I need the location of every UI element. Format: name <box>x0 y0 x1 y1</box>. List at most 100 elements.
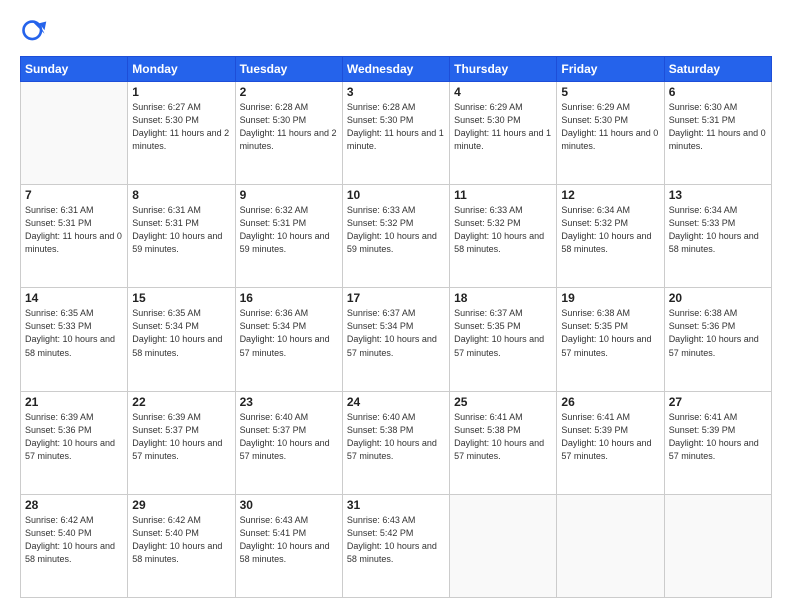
calendar-cell: 28 Sunrise: 6:42 AMSunset: 5:40 PMDayligh… <box>21 494 128 597</box>
calendar-row: 28 Sunrise: 6:42 AMSunset: 5:40 PMDayligh… <box>21 494 772 597</box>
day-info: Sunrise: 6:38 AMSunset: 5:35 PMDaylight:… <box>561 307 659 359</box>
calendar-cell: 24 Sunrise: 6:40 AMSunset: 5:38 PMDayligh… <box>342 391 449 494</box>
logo-icon <box>20 18 48 46</box>
calendar-cell: 13 Sunrise: 6:34 AMSunset: 5:33 PMDayligh… <box>664 185 771 288</box>
day-number: 2 <box>240 85 338 99</box>
calendar-cell: 23Sunrise: 6:40 AMSunset: 5:37 PMDayligh… <box>235 391 342 494</box>
calendar-cell: 22 Sunrise: 6:39 AMSunset: 5:37 PMDayligh… <box>128 391 235 494</box>
calendar-cell <box>664 494 771 597</box>
day-info: Sunrise: 6:42 AMSunset: 5:40 PMDaylight:… <box>25 514 123 566</box>
day-info: Sunrise: 6:38 AMSunset: 5:36 PMDaylight:… <box>669 307 767 359</box>
day-info: Sunrise: 6:39 AMSunset: 5:37 PMDaylight:… <box>132 411 230 463</box>
day-info: Sunrise: 6:40 AMSunset: 5:38 PMDaylight:… <box>347 411 445 463</box>
calendar-cell: 30 Sunrise: 6:43 AMSunset: 5:41 PMDayligh… <box>235 494 342 597</box>
day-number: 1 <box>132 85 230 99</box>
weekday-header: Friday <box>557 57 664 82</box>
day-number: 8 <box>132 188 230 202</box>
calendar-cell: 8 Sunrise: 6:31 AMSunset: 5:31 PMDaylight… <box>128 185 235 288</box>
day-number: 21 <box>25 395 123 409</box>
calendar-cell: 3 Sunrise: 6:28 AMSunset: 5:30 PMDaylight… <box>342 82 449 185</box>
day-info: Sunrise: 6:31 AMSunset: 5:31 PMDaylight:… <box>132 204 230 256</box>
day-info: Sunrise: 6:43 AMSunset: 5:42 PMDaylight:… <box>347 514 445 566</box>
calendar-header-row: SundayMondayTuesdayWednesdayThursdayFrid… <box>21 57 772 82</box>
day-info: Sunrise: 6:31 AMSunset: 5:31 PMDaylight:… <box>25 204 123 256</box>
day-number: 13 <box>669 188 767 202</box>
day-number: 7 <box>25 188 123 202</box>
calendar-cell: 20 Sunrise: 6:38 AMSunset: 5:36 PMDayligh… <box>664 288 771 391</box>
day-number: 30 <box>240 498 338 512</box>
weekday-header: Wednesday <box>342 57 449 82</box>
calendar-cell <box>21 82 128 185</box>
calendar-cell <box>557 494 664 597</box>
day-number: 3 <box>347 85 445 99</box>
calendar-cell: 12 Sunrise: 6:34 AMSunset: 5:32 PMDayligh… <box>557 185 664 288</box>
day-number: 26 <box>561 395 659 409</box>
calendar-cell: 27 Sunrise: 6:41 AMSunset: 5:39 PMDayligh… <box>664 391 771 494</box>
calendar-cell: 14Sunrise: 6:35 AMSunset: 5:33 PMDayligh… <box>21 288 128 391</box>
calendar-cell: 15Sunrise: 6:35 AMSunset: 5:34 PMDayligh… <box>128 288 235 391</box>
calendar-row: 7 Sunrise: 6:31 AMSunset: 5:31 PMDaylight… <box>21 185 772 288</box>
calendar-cell: 18 Sunrise: 6:37 AMSunset: 5:35 PMDayligh… <box>450 288 557 391</box>
day-info: Sunrise: 6:27 AMSunset: 5:30 PMDaylight:… <box>132 101 230 153</box>
day-info: Sunrise: 6:34 AMSunset: 5:33 PMDaylight:… <box>669 204 767 256</box>
day-number: 9 <box>240 188 338 202</box>
day-info: Sunrise: 6:30 AMSunset: 5:31 PMDaylight:… <box>669 101 767 153</box>
calendar-cell: 9 Sunrise: 6:32 AMSunset: 5:31 PMDaylight… <box>235 185 342 288</box>
weekday-header: Tuesday <box>235 57 342 82</box>
day-number: 11 <box>454 188 552 202</box>
day-info: Sunrise: 6:35 AMSunset: 5:34 PMDaylight:… <box>132 307 230 359</box>
day-info: Sunrise: 6:33 AMSunset: 5:32 PMDaylight:… <box>347 204 445 256</box>
day-number: 28 <box>25 498 123 512</box>
calendar-cell: 2 Sunrise: 6:28 AMSunset: 5:30 PMDaylight… <box>235 82 342 185</box>
calendar-table: SundayMondayTuesdayWednesdayThursdayFrid… <box>20 56 772 598</box>
calendar-cell: 29 Sunrise: 6:42 AMSunset: 5:40 PMDayligh… <box>128 494 235 597</box>
day-number: 25 <box>454 395 552 409</box>
day-number: 18 <box>454 291 552 305</box>
weekday-header: Monday <box>128 57 235 82</box>
calendar-cell: 4Sunrise: 6:29 AMSunset: 5:30 PMDaylight… <box>450 82 557 185</box>
day-number: 22 <box>132 395 230 409</box>
header <box>20 18 772 46</box>
weekday-header: Thursday <box>450 57 557 82</box>
day-info: Sunrise: 6:43 AMSunset: 5:41 PMDaylight:… <box>240 514 338 566</box>
calendar-row: 14Sunrise: 6:35 AMSunset: 5:33 PMDayligh… <box>21 288 772 391</box>
calendar-cell: 16 Sunrise: 6:36 AMSunset: 5:34 PMDayligh… <box>235 288 342 391</box>
day-info: Sunrise: 6:37 AMSunset: 5:35 PMDaylight:… <box>454 307 552 359</box>
day-info: Sunrise: 6:40 AMSunset: 5:37 PMDaylight:… <box>240 411 338 463</box>
day-number: 10 <box>347 188 445 202</box>
weekday-header: Saturday <box>664 57 771 82</box>
day-number: 17 <box>347 291 445 305</box>
calendar-cell: 11Sunrise: 6:33 AMSunset: 5:32 PMDayligh… <box>450 185 557 288</box>
day-number: 20 <box>669 291 767 305</box>
day-info: Sunrise: 6:41 AMSunset: 5:39 PMDaylight:… <box>669 411 767 463</box>
page: SundayMondayTuesdayWednesdayThursdayFrid… <box>0 0 792 612</box>
day-number: 29 <box>132 498 230 512</box>
calendar-cell: 19Sunrise: 6:38 AMSunset: 5:35 PMDayligh… <box>557 288 664 391</box>
day-number: 16 <box>240 291 338 305</box>
calendar-cell: 10 Sunrise: 6:33 AMSunset: 5:32 PMDayligh… <box>342 185 449 288</box>
day-info: Sunrise: 6:36 AMSunset: 5:34 PMDaylight:… <box>240 307 338 359</box>
day-info: Sunrise: 6:34 AMSunset: 5:32 PMDaylight:… <box>561 204 659 256</box>
day-info: Sunrise: 6:28 AMSunset: 5:30 PMDaylight:… <box>240 101 338 153</box>
day-info: Sunrise: 6:42 AMSunset: 5:40 PMDaylight:… <box>132 514 230 566</box>
day-number: 4 <box>454 85 552 99</box>
calendar-cell: 1 Sunrise: 6:27 AMSunset: 5:30 PMDaylight… <box>128 82 235 185</box>
calendar-cell: 21 Sunrise: 6:39 AMSunset: 5:36 PMDayligh… <box>21 391 128 494</box>
day-info: Sunrise: 6:32 AMSunset: 5:31 PMDaylight:… <box>240 204 338 256</box>
day-info: Sunrise: 6:35 AMSunset: 5:33 PMDaylight:… <box>25 307 123 359</box>
calendar-cell: 25Sunrise: 6:41 AMSunset: 5:38 PMDayligh… <box>450 391 557 494</box>
day-info: Sunrise: 6:28 AMSunset: 5:30 PMDaylight:… <box>347 101 445 153</box>
calendar-row: 1 Sunrise: 6:27 AMSunset: 5:30 PMDaylight… <box>21 82 772 185</box>
calendar-cell <box>450 494 557 597</box>
day-info: Sunrise: 6:39 AMSunset: 5:36 PMDaylight:… <box>25 411 123 463</box>
day-number: 24 <box>347 395 445 409</box>
logo <box>20 18 54 46</box>
calendar-cell: 7 Sunrise: 6:31 AMSunset: 5:31 PMDaylight… <box>21 185 128 288</box>
day-number: 27 <box>669 395 767 409</box>
calendar-cell: 6 Sunrise: 6:30 AMSunset: 5:31 PMDaylight… <box>664 82 771 185</box>
weekday-header: Sunday <box>21 57 128 82</box>
day-number: 31 <box>347 498 445 512</box>
day-number: 12 <box>561 188 659 202</box>
day-info: Sunrise: 6:41 AMSunset: 5:39 PMDaylight:… <box>561 411 659 463</box>
day-number: 6 <box>669 85 767 99</box>
